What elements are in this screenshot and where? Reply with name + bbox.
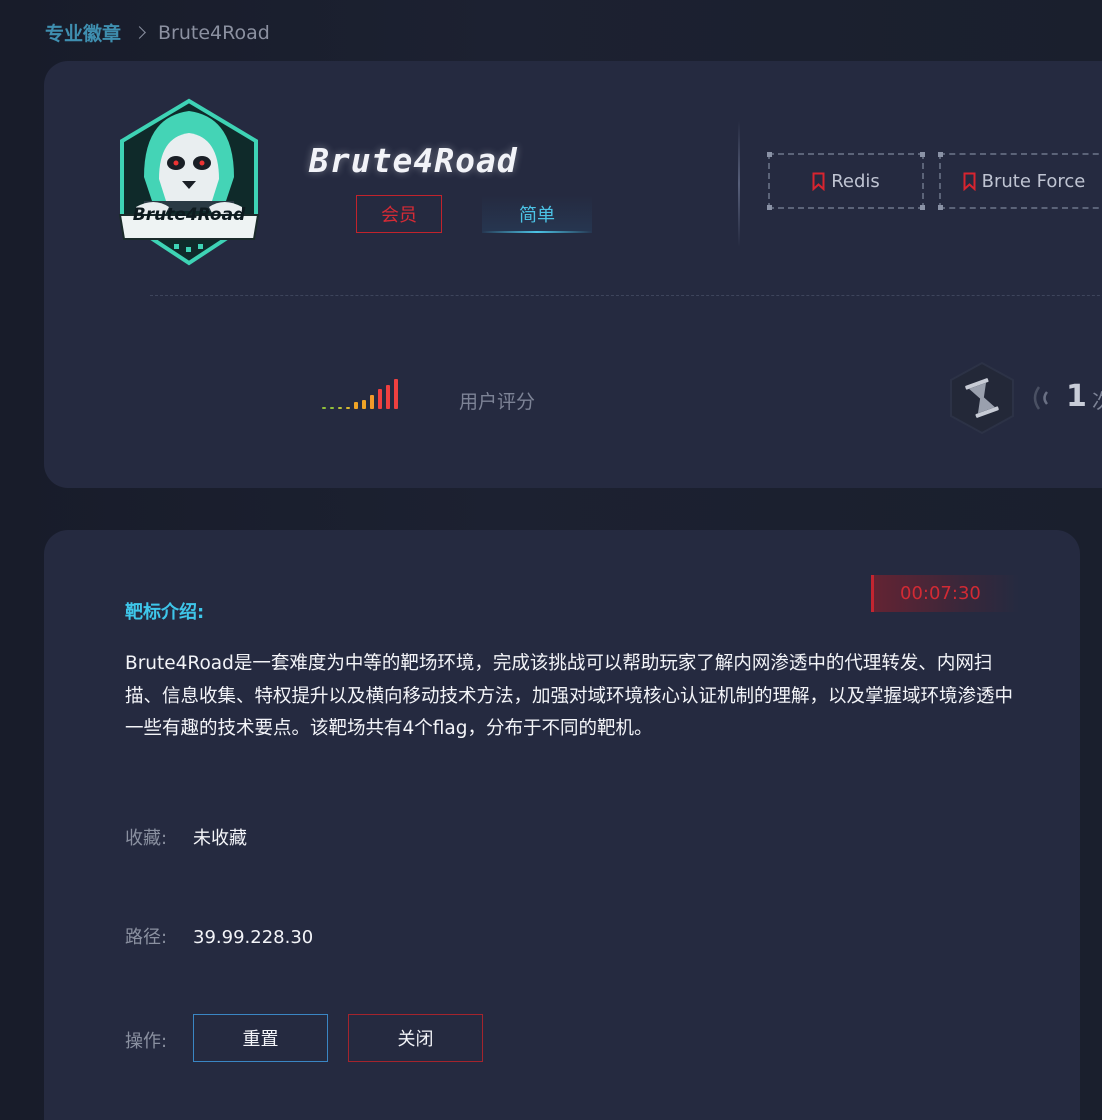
play-count: 1 [1066, 379, 1087, 414]
page: 专业徽章 Brute4Road Brute4Road Brute4Road 会员… [0, 0, 1102, 1120]
rating-label: 用户评分 [459, 391, 536, 413]
breadcrumb-parent-link[interactable]: 专业徽章 [45, 19, 121, 46]
intro-text: Brute4Road是一套难度为中等的靶场环境，完成该挑战可以帮助玩家了解内网渗… [125, 653, 1014, 739]
play-count-unit: 次 [1092, 385, 1102, 414]
vertical-divider [738, 121, 740, 247]
path-value: 39.99.228.30 [193, 927, 314, 948]
hourglass-icon [950, 361, 1014, 435]
rating-bar-5 [354, 402, 358, 409]
close-button[interactable]: 关闭 [348, 1014, 483, 1062]
target-header-card: Brute4Road Brute4Road 会员 简单 Redis Brute … [44, 61, 1102, 488]
reset-button[interactable]: 重置 [193, 1014, 328, 1062]
action-label: 操作: [125, 1031, 168, 1052]
rating-bar-4 [346, 407, 350, 409]
rating-bar-2 [330, 407, 334, 409]
difficulty-badge: 简单 [482, 195, 592, 233]
rating-bar-3 [338, 407, 342, 409]
rating-bar-8 [378, 389, 382, 409]
rating-bar-6 [362, 400, 366, 409]
tag-brute-force[interactable]: Brute Force [938, 152, 1102, 210]
favorite-label: 收藏: [125, 828, 168, 849]
signal-icon [1033, 386, 1049, 410]
intro-label: 靶标介绍: [125, 602, 205, 623]
logo-text: Brute4Road [132, 205, 246, 225]
tag-label: Brute Force [981, 170, 1086, 192]
favorite-value[interactable]: 未收藏 [193, 824, 247, 850]
breadcrumb-current: Brute4Road [158, 21, 270, 44]
breadcrumb: 专业徽章 Brute4Road [45, 19, 270, 46]
user-rating-bars [322, 377, 398, 409]
horizontal-divider [150, 295, 1102, 296]
rating-bar-10 [394, 379, 398, 409]
target-title: Brute4Road [309, 141, 518, 180]
target-detail-card: 00:07:30 靶标介绍: Brute4Road是一套难度为中等的靶场环境，完… [44, 530, 1080, 1120]
bookmark-icon [963, 172, 976, 191]
member-badge: 会员 [356, 195, 442, 233]
rating-bar-9 [386, 385, 390, 409]
rating-bar-7 [370, 395, 374, 409]
bookmark-icon [812, 172, 825, 191]
tag-redis[interactable]: Redis [767, 152, 925, 210]
countdown-timer: 00:07:30 [871, 575, 1019, 612]
chevron-right-icon [133, 26, 146, 39]
rating-bar-1 [322, 407, 326, 409]
tag-label: Redis [831, 170, 880, 192]
path-label: 路径: [125, 927, 168, 948]
panda-hacker-logo-icon [118, 98, 260, 266]
